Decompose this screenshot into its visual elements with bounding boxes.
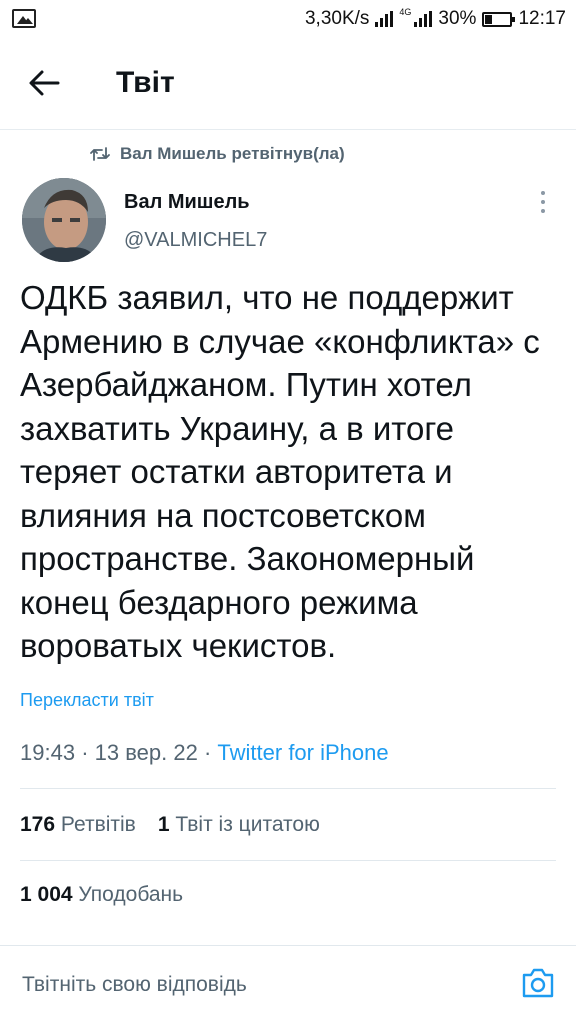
quotes-stat[interactable]: 1 Твіт із цитатою bbox=[158, 813, 320, 837]
likes-count: 1 004 bbox=[20, 883, 73, 906]
camera-icon bbox=[522, 968, 554, 998]
status-bar: 3,30K/s 4G 30% 12:17 bbox=[0, 0, 576, 38]
retweet-stats: 176 Ретвітів 1 Твіт із цитатою bbox=[20, 813, 320, 837]
likes-label: Уподобань bbox=[78, 883, 184, 906]
top-app-bar: Твіт bbox=[0, 38, 576, 130]
network-speed: 3,30K/s bbox=[304, 8, 370, 29]
retweets-count: 176 bbox=[20, 813, 56, 836]
likes-stat[interactable]: 1 004 Уподобань bbox=[20, 883, 183, 907]
author-name[interactable]: Вал Мишель bbox=[124, 191, 250, 214]
battery-icon bbox=[482, 11, 516, 27]
signal-icon bbox=[375, 11, 394, 27]
signal-4g-icon bbox=[414, 11, 433, 27]
tweet-source-link[interactable]: Twitter for iPhone bbox=[217, 740, 388, 765]
divider bbox=[20, 788, 556, 789]
back-button[interactable] bbox=[24, 66, 64, 100]
author-handle[interactable]: @VALMICHEL7 bbox=[124, 229, 267, 252]
reply-input[interactable]: Твітніть свою відповідь bbox=[22, 973, 247, 997]
clock: 12:17 bbox=[518, 8, 566, 29]
quotes-count: 1 bbox=[157, 813, 170, 836]
status-indicators: 3,30K/s 4G 30% 12:17 bbox=[305, 7, 566, 31]
meta-separator: · bbox=[81, 740, 95, 765]
retweet-icon bbox=[90, 147, 110, 161]
likes-stats: 1 004 Уподобань bbox=[20, 883, 183, 907]
tweet-meta: 19:43 · 13 вер. 22 · Twitter for iPhone bbox=[20, 740, 389, 766]
network-type: 4G bbox=[399, 7, 412, 17]
battery-percent: 30% bbox=[438, 8, 477, 29]
avatar-photo bbox=[22, 178, 106, 262]
more-dot-icon bbox=[541, 191, 545, 195]
battery-level bbox=[485, 14, 493, 24]
arrow-left-icon bbox=[29, 70, 60, 96]
avatar[interactable] bbox=[22, 178, 106, 262]
more-options-button[interactable] bbox=[532, 188, 554, 216]
reply-bar: Твітніть свою відповідь bbox=[0, 945, 576, 1024]
meta-separator: · bbox=[203, 740, 218, 765]
image-notification-icon bbox=[12, 9, 36, 28]
retweet-context[interactable]: Вал Мишель ретвітнув(ла) bbox=[90, 144, 345, 164]
retweets-stat[interactable]: 176 Ретвітів bbox=[20, 813, 136, 837]
more-dot-icon bbox=[541, 209, 545, 213]
tweet-text: ОДКБ заявил, что не поддержит Армению в … bbox=[20, 279, 540, 664]
tweet-time: 19:43 bbox=[20, 740, 76, 765]
more-dot-icon bbox=[541, 200, 545, 204]
retweet-label: Вал Мишель ретвітнув(ла) bbox=[120, 144, 345, 163]
translate-tweet-link[interactable]: Перекласти твіт bbox=[20, 690, 154, 711]
divider bbox=[20, 860, 556, 861]
quotes-label: Твіт із цитатою bbox=[175, 813, 320, 836]
retweets-label: Ретвітів bbox=[60, 813, 136, 836]
camera-button[interactable] bbox=[520, 966, 556, 1000]
tweet-date: 13 вер. 22 bbox=[94, 740, 198, 765]
page-title: Твіт bbox=[116, 66, 175, 99]
